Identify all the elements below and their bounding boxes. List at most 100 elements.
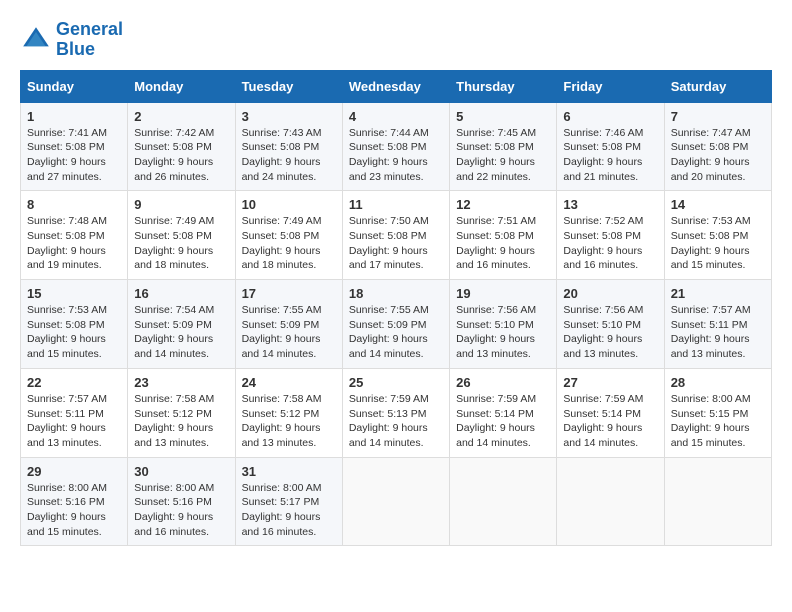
column-header-monday: Monday (128, 70, 235, 102)
cell-content: Sunrise: 7:42 AMSunset: 5:08 PMDaylight:… (134, 126, 228, 185)
calendar-cell: 21 Sunrise: 7:57 AMSunset: 5:11 PMDayligh… (664, 280, 771, 369)
cell-content: Sunrise: 7:58 AMSunset: 5:12 PMDaylight:… (134, 392, 228, 451)
day-number: 18 (349, 286, 443, 301)
day-number: 31 (242, 464, 336, 479)
calendar-cell: 11Sunrise: 7:50 AMSunset: 5:08 PMDayligh… (342, 191, 449, 280)
calendar-cell: 16Sunrise: 7:54 AMSunset: 5:09 PMDayligh… (128, 280, 235, 369)
column-header-friday: Friday (557, 70, 664, 102)
day-number: 29 (27, 464, 121, 479)
calendar-cell (342, 457, 449, 546)
cell-content: Sunrise: 7:57 AMSunset: 5:11 PMDaylight:… (671, 303, 765, 362)
cell-content: Sunrise: 7:58 AMSunset: 5:12 PMDaylight:… (242, 392, 336, 451)
cell-content: Sunrise: 8:00 AMSunset: 5:16 PMDaylight:… (27, 481, 121, 540)
day-number: 1 (27, 109, 121, 124)
day-number: 25 (349, 375, 443, 390)
week-row-4: 22Sunrise: 7:57 AMSunset: 5:11 PMDayligh… (21, 368, 772, 457)
day-number: 3 (242, 109, 336, 124)
day-number: 20 (563, 286, 657, 301)
day-number: 27 (563, 375, 657, 390)
cell-content: Sunrise: 7:44 AMSunset: 5:08 PMDaylight:… (349, 126, 443, 185)
day-number: 14 (671, 197, 765, 212)
cell-content: Sunrise: 7:47 AMSunset: 5:08 PMDaylight:… (671, 126, 765, 185)
calendar-cell (664, 457, 771, 546)
column-header-sunday: Sunday (21, 70, 128, 102)
calendar-cell: 18 Sunrise: 7:55 AMSunset: 5:09 PMDayligh… (342, 280, 449, 369)
day-number: 9 (134, 197, 228, 212)
cell-content: Sunrise: 7:51 AMSunset: 5:08 PMDaylight:… (456, 214, 550, 273)
day-number: 4 (349, 109, 443, 124)
calendar-cell: 15 Sunrise: 7:53 AMSunset: 5:08 PMDayligh… (21, 280, 128, 369)
day-number: 16 (134, 286, 228, 301)
cell-content: Sunrise: 7:55 AMSunset: 5:09 PMDaylight:… (242, 303, 336, 362)
calendar-cell: 6 Sunrise: 7:46 AMSunset: 5:08 PMDaylight… (557, 102, 664, 191)
calendar-cell: 25Sunrise: 7:59 AMSunset: 5:13 PMDayligh… (342, 368, 449, 457)
calendar-cell: 17 Sunrise: 7:55 AMSunset: 5:09 PMDayligh… (235, 280, 342, 369)
cell-content: Sunrise: 7:55 AMSunset: 5:09 PMDaylight:… (349, 303, 443, 362)
week-row-3: 15 Sunrise: 7:53 AMSunset: 5:08 PMDayligh… (21, 280, 772, 369)
calendar-cell: 19 Sunrise: 7:56 AMSunset: 5:10 PMDayligh… (450, 280, 557, 369)
calendar-cell: 14 Sunrise: 7:53 AMSunset: 5:08 PMDayligh… (664, 191, 771, 280)
calendar-cell: 12 Sunrise: 7:51 AMSunset: 5:08 PMDayligh… (450, 191, 557, 280)
cell-content: Sunrise: 7:49 AMSunset: 5:08 PMDaylight:… (242, 214, 336, 273)
day-number: 11 (349, 197, 443, 212)
day-number: 28 (671, 375, 765, 390)
day-number: 8 (27, 197, 121, 212)
calendar-cell: 23 Sunrise: 7:58 AMSunset: 5:12 PMDayligh… (128, 368, 235, 457)
day-number: 26 (456, 375, 550, 390)
cell-content: Sunrise: 7:59 AMSunset: 5:14 PMDaylight:… (563, 392, 657, 451)
logo: General Blue (20, 20, 123, 60)
calendar-cell: 28 Sunrise: 8:00 AMSunset: 5:15 PMDayligh… (664, 368, 771, 457)
calendar-cell: 20 Sunrise: 7:56 AMSunset: 5:10 PMDayligh… (557, 280, 664, 369)
calendar-cell: 1 Sunrise: 7:41 AMSunset: 5:08 PMDaylight… (21, 102, 128, 191)
calendar-cell: 29 Sunrise: 8:00 AMSunset: 5:16 PMDayligh… (21, 457, 128, 546)
calendar-cell (557, 457, 664, 546)
cell-content: Sunrise: 7:46 AMSunset: 5:08 PMDaylight:… (563, 126, 657, 185)
cell-content: Sunrise: 7:59 AMSunset: 5:14 PMDaylight:… (456, 392, 550, 451)
day-number: 10 (242, 197, 336, 212)
calendar-table: SundayMondayTuesdayWednesdayThursdayFrid… (20, 70, 772, 547)
day-number: 23 (134, 375, 228, 390)
column-header-tuesday: Tuesday (235, 70, 342, 102)
cell-content: Sunrise: 7:48 AMSunset: 5:08 PMDaylight:… (27, 214, 121, 273)
cell-content: Sunrise: 7:43 AMSunset: 5:08 PMDaylight:… (242, 126, 336, 185)
day-number: 13 (563, 197, 657, 212)
week-row-1: 1 Sunrise: 7:41 AMSunset: 5:08 PMDaylight… (21, 102, 772, 191)
calendar-cell: 4 Sunrise: 7:44 AMSunset: 5:08 PMDaylight… (342, 102, 449, 191)
day-number: 19 (456, 286, 550, 301)
cell-content: Sunrise: 7:52 AMSunset: 5:08 PMDaylight:… (563, 214, 657, 273)
cell-content: Sunrise: 7:57 AMSunset: 5:11 PMDaylight:… (27, 392, 121, 451)
calendar-cell: 7Sunrise: 7:47 AMSunset: 5:08 PMDaylight… (664, 102, 771, 191)
column-header-thursday: Thursday (450, 70, 557, 102)
day-number: 15 (27, 286, 121, 301)
week-row-2: 8 Sunrise: 7:48 AMSunset: 5:08 PMDaylight… (21, 191, 772, 280)
day-number: 30 (134, 464, 228, 479)
calendar-body: 1 Sunrise: 7:41 AMSunset: 5:08 PMDaylight… (21, 102, 772, 546)
cell-content: Sunrise: 8:00 AMSunset: 5:16 PMDaylight:… (134, 481, 228, 540)
calendar-cell: 30 Sunrise: 8:00 AMSunset: 5:16 PMDayligh… (128, 457, 235, 546)
day-number: 17 (242, 286, 336, 301)
calendar-cell: 9Sunrise: 7:49 AMSunset: 5:08 PMDaylight… (128, 191, 235, 280)
cell-content: Sunrise: 7:53 AMSunset: 5:08 PMDaylight:… (671, 214, 765, 273)
cell-content: Sunrise: 7:56 AMSunset: 5:10 PMDaylight:… (456, 303, 550, 362)
week-row-5: 29 Sunrise: 8:00 AMSunset: 5:16 PMDayligh… (21, 457, 772, 546)
cell-content: Sunrise: 7:41 AMSunset: 5:08 PMDaylight:… (27, 126, 121, 185)
calendar-cell: 2Sunrise: 7:42 AMSunset: 5:08 PMDaylight… (128, 102, 235, 191)
cell-content: Sunrise: 7:56 AMSunset: 5:10 PMDaylight:… (563, 303, 657, 362)
day-number: 12 (456, 197, 550, 212)
calendar-cell: 5 Sunrise: 7:45 AMSunset: 5:08 PMDaylight… (450, 102, 557, 191)
day-number: 24 (242, 375, 336, 390)
day-number: 5 (456, 109, 550, 124)
day-number: 21 (671, 286, 765, 301)
logo-icon (20, 24, 52, 56)
cell-content: Sunrise: 8:00 AMSunset: 5:15 PMDaylight:… (671, 392, 765, 451)
cell-content: Sunrise: 7:53 AMSunset: 5:08 PMDaylight:… (27, 303, 121, 362)
calendar-cell: 22Sunrise: 7:57 AMSunset: 5:11 PMDayligh… (21, 368, 128, 457)
calendar-cell: 10 Sunrise: 7:49 AMSunset: 5:08 PMDayligh… (235, 191, 342, 280)
calendar-cell: 27 Sunrise: 7:59 AMSunset: 5:14 PMDayligh… (557, 368, 664, 457)
day-number: 6 (563, 109, 657, 124)
cell-content: Sunrise: 7:45 AMSunset: 5:08 PMDaylight:… (456, 126, 550, 185)
column-header-wednesday: Wednesday (342, 70, 449, 102)
column-header-saturday: Saturday (664, 70, 771, 102)
calendar-cell: 31Sunrise: 8:00 AMSunset: 5:17 PMDayligh… (235, 457, 342, 546)
calendar-cell: 13 Sunrise: 7:52 AMSunset: 5:08 PMDayligh… (557, 191, 664, 280)
